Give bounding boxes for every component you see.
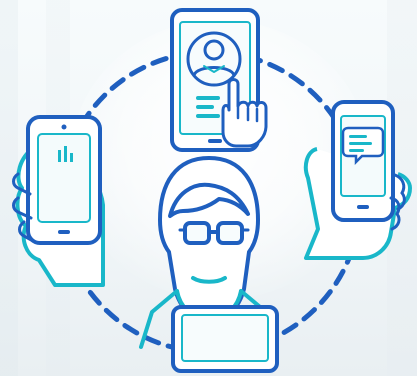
illustration-svg [12,8,412,373]
smartphone-chat-icon [303,100,412,260]
laptop-icon [171,305,279,373]
smartphone-left-icon [12,115,105,287]
illustration-canvas [0,0,417,376]
